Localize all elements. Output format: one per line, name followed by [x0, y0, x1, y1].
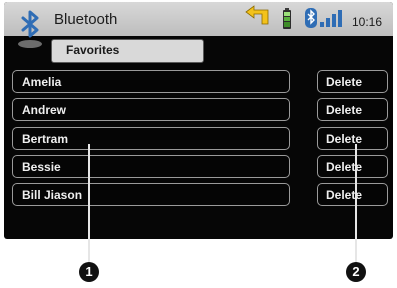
delete-button-label: Delete [326, 103, 363, 117]
callout-marker: 1 [79, 262, 99, 282]
callout-marker: 2 [346, 262, 366, 282]
contact-row[interactable]: Andrew [12, 98, 290, 121]
contact-row[interactable]: Bertram [12, 127, 290, 150]
signal-strength-icon [320, 8, 346, 33]
header-bar: Bluetooth 10:16 [4, 2, 393, 48]
bluetooth-logo-icon [18, 7, 46, 56]
device-screen: Bluetooth 10:16 Favorites Amelia Delete … [4, 2, 393, 239]
callout-line [88, 144, 90, 262]
contact-name: Bill Jiason [22, 188, 83, 202]
contact-name: Andrew [22, 103, 67, 117]
delete-button-label: Delete [326, 75, 363, 89]
clock-time: 10:16 [352, 15, 383, 29]
delete-button[interactable]: Delete [317, 155, 388, 178]
contact-name: Bessie [22, 160, 61, 174]
contact-row[interactable]: Bill Jiason [12, 183, 290, 206]
contact-name: Bertram [22, 132, 69, 146]
callout-line [355, 144, 357, 262]
favorites-label: Favorites [66, 43, 120, 57]
delete-button[interactable]: Delete [317, 183, 388, 206]
contact-row[interactable]: Amelia [12, 70, 290, 93]
battery-icon [282, 8, 292, 35]
delete-button[interactable]: Delete [317, 70, 388, 93]
contact-row[interactable]: Bessie [12, 155, 290, 178]
app-title: Bluetooth [54, 11, 118, 28]
bluetooth-icon [305, 8, 317, 33]
navigation-turn-arrow-icon [244, 5, 272, 30]
delete-button[interactable]: Delete [317, 98, 388, 121]
contact-name: Amelia [22, 75, 62, 89]
delete-button[interactable]: Delete [317, 127, 388, 150]
